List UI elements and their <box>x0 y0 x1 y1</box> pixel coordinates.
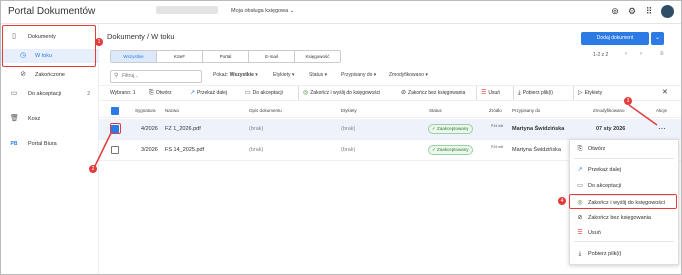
menu-item-finish-no-post[interactable]: ⊘ Zakończ bez księgowania <box>570 212 678 224</box>
forward-arrow-icon: ↗ <box>577 167 583 173</box>
menu-item-label: Pobierz plik(i) <box>588 251 622 257</box>
menu-item-label: Otwórz <box>588 146 606 152</box>
menu-item-forward[interactable]: ↗ Przekaż dalej <box>570 164 678 176</box>
download-icon: ⤓ <box>578 251 582 257</box>
menu-item-label: Zakończ bez księgowania <box>588 215 651 221</box>
no-entry-icon: ⊘ <box>577 215 583 221</box>
menu-divider <box>574 158 674 159</box>
menu-divider <box>574 241 674 242</box>
menu-item-download[interactable]: ⤓ Pobierz plik(i) <box>570 248 678 260</box>
open-document-icon: ⎘ <box>577 146 583 152</box>
menu-item-to-accept[interactable]: ▭ Do akceptacji <box>570 180 678 192</box>
app-window: Portal Dokumentów Moja obsługa księgowa … <box>0 0 682 275</box>
annotation-badge-4: 4 <box>558 197 566 205</box>
menu-item-delete[interactable]: ☰ Usuń <box>570 227 678 239</box>
menu-item-open[interactable]: ⎘ Otwórz <box>570 143 678 155</box>
document-arrow-icon: ▭ <box>577 183 583 189</box>
annotation-box-menu-item <box>569 194 677 209</box>
menu-item-label: Przekaż dalej <box>588 167 622 173</box>
menu-item-label: Do akceptacji <box>588 183 622 189</box>
menu-item-label: Usuń <box>588 230 601 236</box>
trash-icon: ☰ <box>577 230 583 236</box>
annotation-badge-3: 3 <box>624 97 632 105</box>
annotation-badge-2: 2 <box>89 165 97 173</box>
